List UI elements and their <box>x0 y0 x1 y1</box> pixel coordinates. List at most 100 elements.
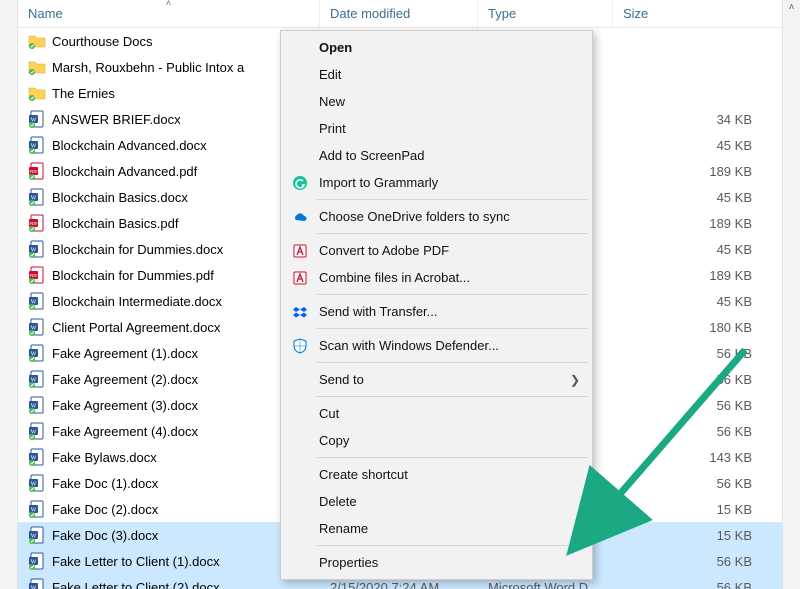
file-name-label: Fake Doc (2).docx <box>52 502 158 517</box>
scroll-up-icon[interactable]: ˄ <box>789 2 795 589</box>
menu-item-label: Delete <box>319 494 357 509</box>
folder-yellow-icon <box>28 84 46 102</box>
folder-yellow-icon <box>28 32 46 50</box>
file-name-cell[interactable]: WFake Bylaws.docx <box>18 448 320 466</box>
file-name-cell[interactable]: WBlockchain for Dummies.docx <box>18 240 320 258</box>
chevron-right-icon: ❯ <box>570 373 580 387</box>
word-icon: W <box>28 448 46 466</box>
file-name-label: The Ernies <box>52 86 115 101</box>
column-header-name[interactable]: Name ˄ <box>18 0 320 27</box>
menu-item-label: Properties <box>319 555 378 570</box>
file-size-cell: 56 KB <box>613 476 782 491</box>
pdf-icon: PDF <box>28 214 46 232</box>
blank-icon <box>289 370 311 390</box>
file-name-cell[interactable]: PDF Blockchain Advanced.pdf <box>18 162 320 180</box>
blank-icon <box>289 119 311 139</box>
file-name-cell[interactable]: W Fake Doc (2).docx <box>18 500 320 518</box>
column-header-size[interactable]: Size <box>613 0 782 27</box>
file-name-cell[interactable]: WBlockchain Intermediate.docx <box>18 292 320 310</box>
menu-item-label: Cut <box>319 406 339 421</box>
menu-item-send-to[interactable]: Send to ❯ <box>283 366 590 393</box>
menu-item-convert-to-adobe-pdf[interactable]: Convert to Adobe PDF <box>283 237 590 264</box>
file-name-label: Blockchain Basics.docx <box>52 190 188 205</box>
file-size-cell: 56 KB <box>613 398 782 413</box>
file-name-cell[interactable]: WFake Letter to Client (2).docx <box>18 578 320 589</box>
file-name-cell[interactable]: WBlockchain Basics.docx <box>18 188 320 206</box>
adobe-icon <box>289 241 311 261</box>
blank-icon <box>289 38 311 58</box>
word-icon: W <box>28 344 46 362</box>
file-name-label: Fake Agreement (4).docx <box>52 424 198 439</box>
menu-item-edit[interactable]: Edit <box>283 61 590 88</box>
file-size-cell: 189 KB <box>613 268 782 283</box>
file-name-cell[interactable]: WFake Agreement (2).docx <box>18 370 320 388</box>
menu-item-open[interactable]: Open <box>283 34 590 61</box>
file-name-label: Blockchain Intermediate.docx <box>52 294 222 309</box>
menu-item-label: Open <box>319 40 352 55</box>
menu-item-delete[interactable]: Delete <box>283 488 590 515</box>
column-header-date-label: Date modified <box>330 6 410 21</box>
menu-item-choose-onedrive-folders-to-sync[interactable]: Choose OneDrive folders to sync <box>283 203 590 230</box>
word-icon: W <box>28 370 46 388</box>
file-name-cell[interactable]: WFake Agreement (4).docx <box>18 422 320 440</box>
grammarly-icon <box>289 173 311 193</box>
column-header-row: Name ˄ Date modified Type Size <box>18 0 782 28</box>
menu-item-new[interactable]: New <box>283 88 590 115</box>
column-header-date[interactable]: Date modified <box>320 0 478 27</box>
vertical-scrollbar[interactable]: ˄ <box>782 0 800 589</box>
menu-item-import-to-grammarly[interactable]: Import to Grammarly <box>283 169 590 196</box>
file-name-cell[interactable]: WFake Agreement (1).docx <box>18 344 320 362</box>
menu-item-cut[interactable]: Cut <box>283 400 590 427</box>
word-icon: W <box>28 136 46 154</box>
file-name-cell[interactable]: Courthouse Docs <box>18 32 320 50</box>
menu-item-copy[interactable]: Copy <box>283 427 590 454</box>
onedrive-icon <box>289 207 311 227</box>
file-size-cell: 15 KB <box>613 528 782 543</box>
blank-icon <box>289 92 311 112</box>
menu-item-scan-with-windows-defender[interactable]: Scan with Windows Defender... <box>283 332 590 359</box>
file-name-cell[interactable]: WFake Doc (3).docx <box>18 526 320 544</box>
menu-item-label: Rename <box>319 521 368 536</box>
file-name-cell[interactable]: PDFBlockchain Basics.pdf <box>18 214 320 232</box>
file-name-cell[interactable]: WClient Portal Agreement.docx <box>18 318 320 336</box>
menu-separator <box>317 294 588 295</box>
menu-item-create-shortcut[interactable]: Create shortcut <box>283 461 590 488</box>
word-icon: W <box>28 110 46 128</box>
menu-item-send-with-transfer[interactable]: Send with Transfer... <box>283 298 590 325</box>
column-header-type[interactable]: Type <box>478 0 613 27</box>
file-name-cell[interactable]: WFake Agreement (3).docx <box>18 396 320 414</box>
pdf-icon: PDF <box>28 162 46 180</box>
word-icon: W <box>28 500 46 518</box>
file-size-cell: 189 KB <box>613 216 782 231</box>
word-icon: W <box>28 578 46 589</box>
menu-item-add-to-screenpad[interactable]: Add to ScreenPad <box>283 142 590 169</box>
menu-item-print[interactable]: Print <box>283 115 590 142</box>
menu-item-label: Send to <box>319 372 364 387</box>
file-date-cell: 2/15/2020 7:24 AM <box>320 580 478 589</box>
menu-item-rename[interactable]: Rename <box>283 515 590 542</box>
file-name-cell[interactable]: WFake Letter to Client (1).docx <box>18 552 320 570</box>
file-name-label: Blockchain Advanced.pdf <box>52 164 197 179</box>
file-name-cell[interactable]: The Ernies <box>18 84 320 102</box>
dropbox-icon <box>289 302 311 322</box>
file-name-cell[interactable]: PDFBlockchain for Dummies.pdf <box>18 266 320 284</box>
column-header-size-label: Size <box>623 6 648 21</box>
blank-icon <box>289 431 311 451</box>
file-name-cell[interactable]: W Blockchain Advanced.docx <box>18 136 320 154</box>
file-name-label: Courthouse Docs <box>52 34 152 49</box>
blank-icon <box>289 65 311 85</box>
file-size-cell: 45 KB <box>613 294 782 309</box>
menu-item-properties[interactable]: Properties <box>283 549 590 576</box>
menu-separator <box>317 457 588 458</box>
file-name-cell[interactable]: Marsh, Rouxbehn - Public Intox a <box>18 58 320 76</box>
menu-item-combine-files-in-acrobat[interactable]: Combine files in Acrobat... <box>283 264 590 291</box>
file-name-cell[interactable]: W ANSWER BRIEF.docx <box>18 110 320 128</box>
file-name-label: Blockchain Advanced.docx <box>52 138 207 153</box>
file-size-cell: 15 KB <box>613 502 782 517</box>
file-name-label: ANSWER BRIEF.docx <box>52 112 181 127</box>
file-type-cell: Microsoft Word D… <box>478 580 613 589</box>
file-name-label: Fake Doc (3).docx <box>52 528 158 543</box>
file-name-cell[interactable]: WFake Doc (1).docx <box>18 474 320 492</box>
menu-item-label: New <box>319 94 345 109</box>
menu-item-label: Create shortcut <box>319 467 408 482</box>
